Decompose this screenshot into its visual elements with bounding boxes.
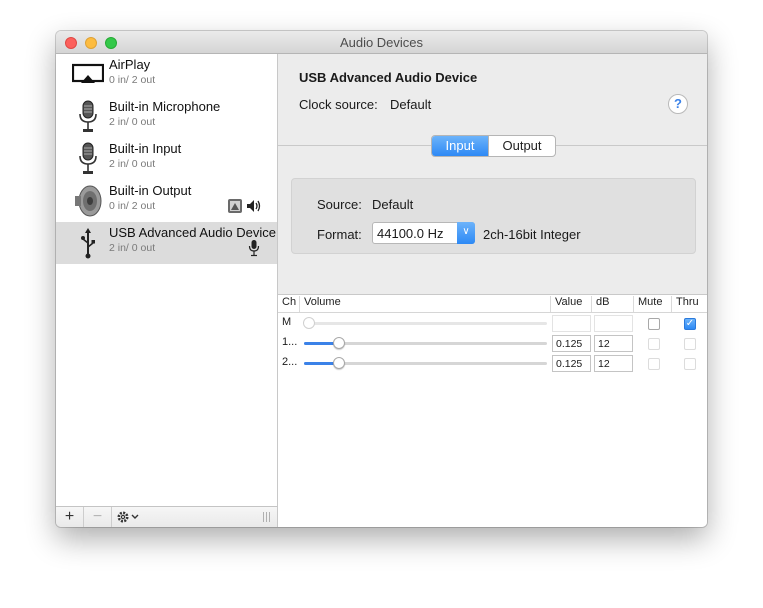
device-name: AirPlay [109, 57, 151, 72]
speaker-icon [75, 185, 102, 217]
format-description: 2ch-16bit Integer [483, 227, 581, 242]
source-value: Default [372, 197, 414, 212]
channel-table-header: Ch Volume Value dB Mute Thru [278, 295, 707, 313]
volume-slider-thumb[interactable] [333, 337, 345, 349]
column-header-volume[interactable]: Volume [300, 296, 551, 312]
device-name: Built-in Microphone [109, 99, 221, 114]
table-row: 1... 0.125 12 [278, 333, 707, 352]
column-header-thru[interactable]: Thru [672, 296, 707, 312]
mute-checkbox[interactable] [648, 358, 660, 370]
device-item-built-in-output[interactable]: Built-in Output 0 in/ 2 out [56, 180, 277, 222]
thru-checkbox[interactable] [684, 358, 696, 370]
microphone-icon [79, 142, 97, 174]
db-field [594, 315, 633, 332]
device-title: USB Advanced Audio Device [299, 70, 478, 85]
chevron-down-icon: ∨ [457, 222, 475, 244]
channel-table: Ch Volume Value dB Mute Thru M ✓ 1... 0.… [278, 294, 707, 527]
device-list-toolbar: + − [56, 506, 278, 527]
device-name: Built-in Input [109, 141, 182, 156]
value-field [552, 315, 591, 332]
device-io: 0 in/ 2 out [109, 74, 156, 86]
table-row: 2... 0.125 12 [278, 352, 707, 372]
volume-slider [304, 322, 547, 325]
device-io: 2 in/ 0 out [109, 242, 156, 254]
default-input-microphone-icon [248, 240, 260, 257]
volume-icon [247, 200, 261, 212]
tab-input[interactable]: Input [432, 136, 488, 156]
table-row: M ✓ [278, 314, 707, 333]
device-item-airplay[interactable]: AirPlay 0 in/ 2 out [56, 54, 277, 96]
add-device-button[interactable]: + [56, 507, 84, 527]
device-io: 2 in/ 0 out [109, 116, 156, 128]
title-bar[interactable]: Audio Devices [56, 31, 707, 54]
device-item-built-in-microphone[interactable]: Built-in Microphone 2 in/ 0 out [56, 96, 277, 138]
channel-label: 2... [282, 356, 298, 368]
device-name: Built-in Output [109, 183, 192, 198]
value-field[interactable]: 0.125 [552, 335, 591, 352]
value-field[interactable]: 0.125 [552, 355, 591, 372]
usb-icon [81, 228, 95, 259]
input-output-tabs: Input Output [431, 135, 556, 157]
mute-checkbox[interactable] [648, 338, 660, 350]
tab-output[interactable]: Output [488, 136, 555, 156]
clock-source-value: Default [390, 97, 432, 112]
thru-checkbox[interactable] [684, 338, 696, 350]
stream-settings-box: Source: Default Format: 44100.0 Hz ∨ 2ch… [291, 178, 696, 254]
channel-label: 1... [282, 336, 298, 348]
mute-checkbox[interactable] [648, 318, 660, 330]
finder-system-icon [228, 199, 242, 213]
microphone-icon [79, 100, 97, 132]
format-select-value: 44100.0 Hz [377, 226, 444, 241]
remove-device-button[interactable]: − [84, 507, 112, 527]
db-field[interactable]: 12 [594, 335, 633, 352]
airplay-icon [72, 63, 104, 83]
device-item-built-in-input[interactable]: Built-in Input 2 in/ 0 out [56, 138, 277, 180]
device-detail-panel: USB Advanced Audio Device Clock source: … [278, 54, 707, 527]
device-io: 2 in/ 0 out [109, 158, 156, 170]
volume-slider-thumb[interactable] [333, 357, 345, 369]
format-select[interactable]: 44100.0 Hz ∨ [372, 222, 475, 244]
device-io: 0 in/ 2 out [109, 200, 156, 212]
device-name: USB Advanced Audio Device [109, 225, 276, 240]
audio-devices-window: Audio Devices AirPlay 0 in/ 2 out Built-… [56, 31, 707, 527]
column-header-value[interactable]: Value [551, 296, 592, 312]
column-header-ch[interactable]: Ch [278, 296, 300, 312]
format-label: Format: [317, 227, 362, 242]
thru-checkbox[interactable]: ✓ [684, 318, 696, 330]
channel-label: M [282, 316, 292, 328]
window-title: Audio Devices [339, 35, 424, 50]
gear-icon [117, 511, 139, 523]
action-menu-button[interactable] [112, 507, 146, 527]
column-header-db[interactable]: dB [592, 296, 634, 312]
resize-handle[interactable] [263, 512, 271, 522]
clock-source-label: Clock source: [299, 97, 378, 112]
help-button[interactable]: ? [668, 94, 688, 114]
volume-slider-thumb [303, 317, 315, 329]
device-list: AirPlay 0 in/ 2 out Built-in Microphone … [56, 54, 278, 506]
source-label: Source: [317, 197, 362, 212]
device-item-usb-advanced-audio-device[interactable]: USB Advanced Audio Device 2 in/ 0 out [56, 222, 277, 264]
db-field[interactable]: 12 [594, 355, 633, 372]
column-header-mute[interactable]: Mute [634, 296, 672, 312]
